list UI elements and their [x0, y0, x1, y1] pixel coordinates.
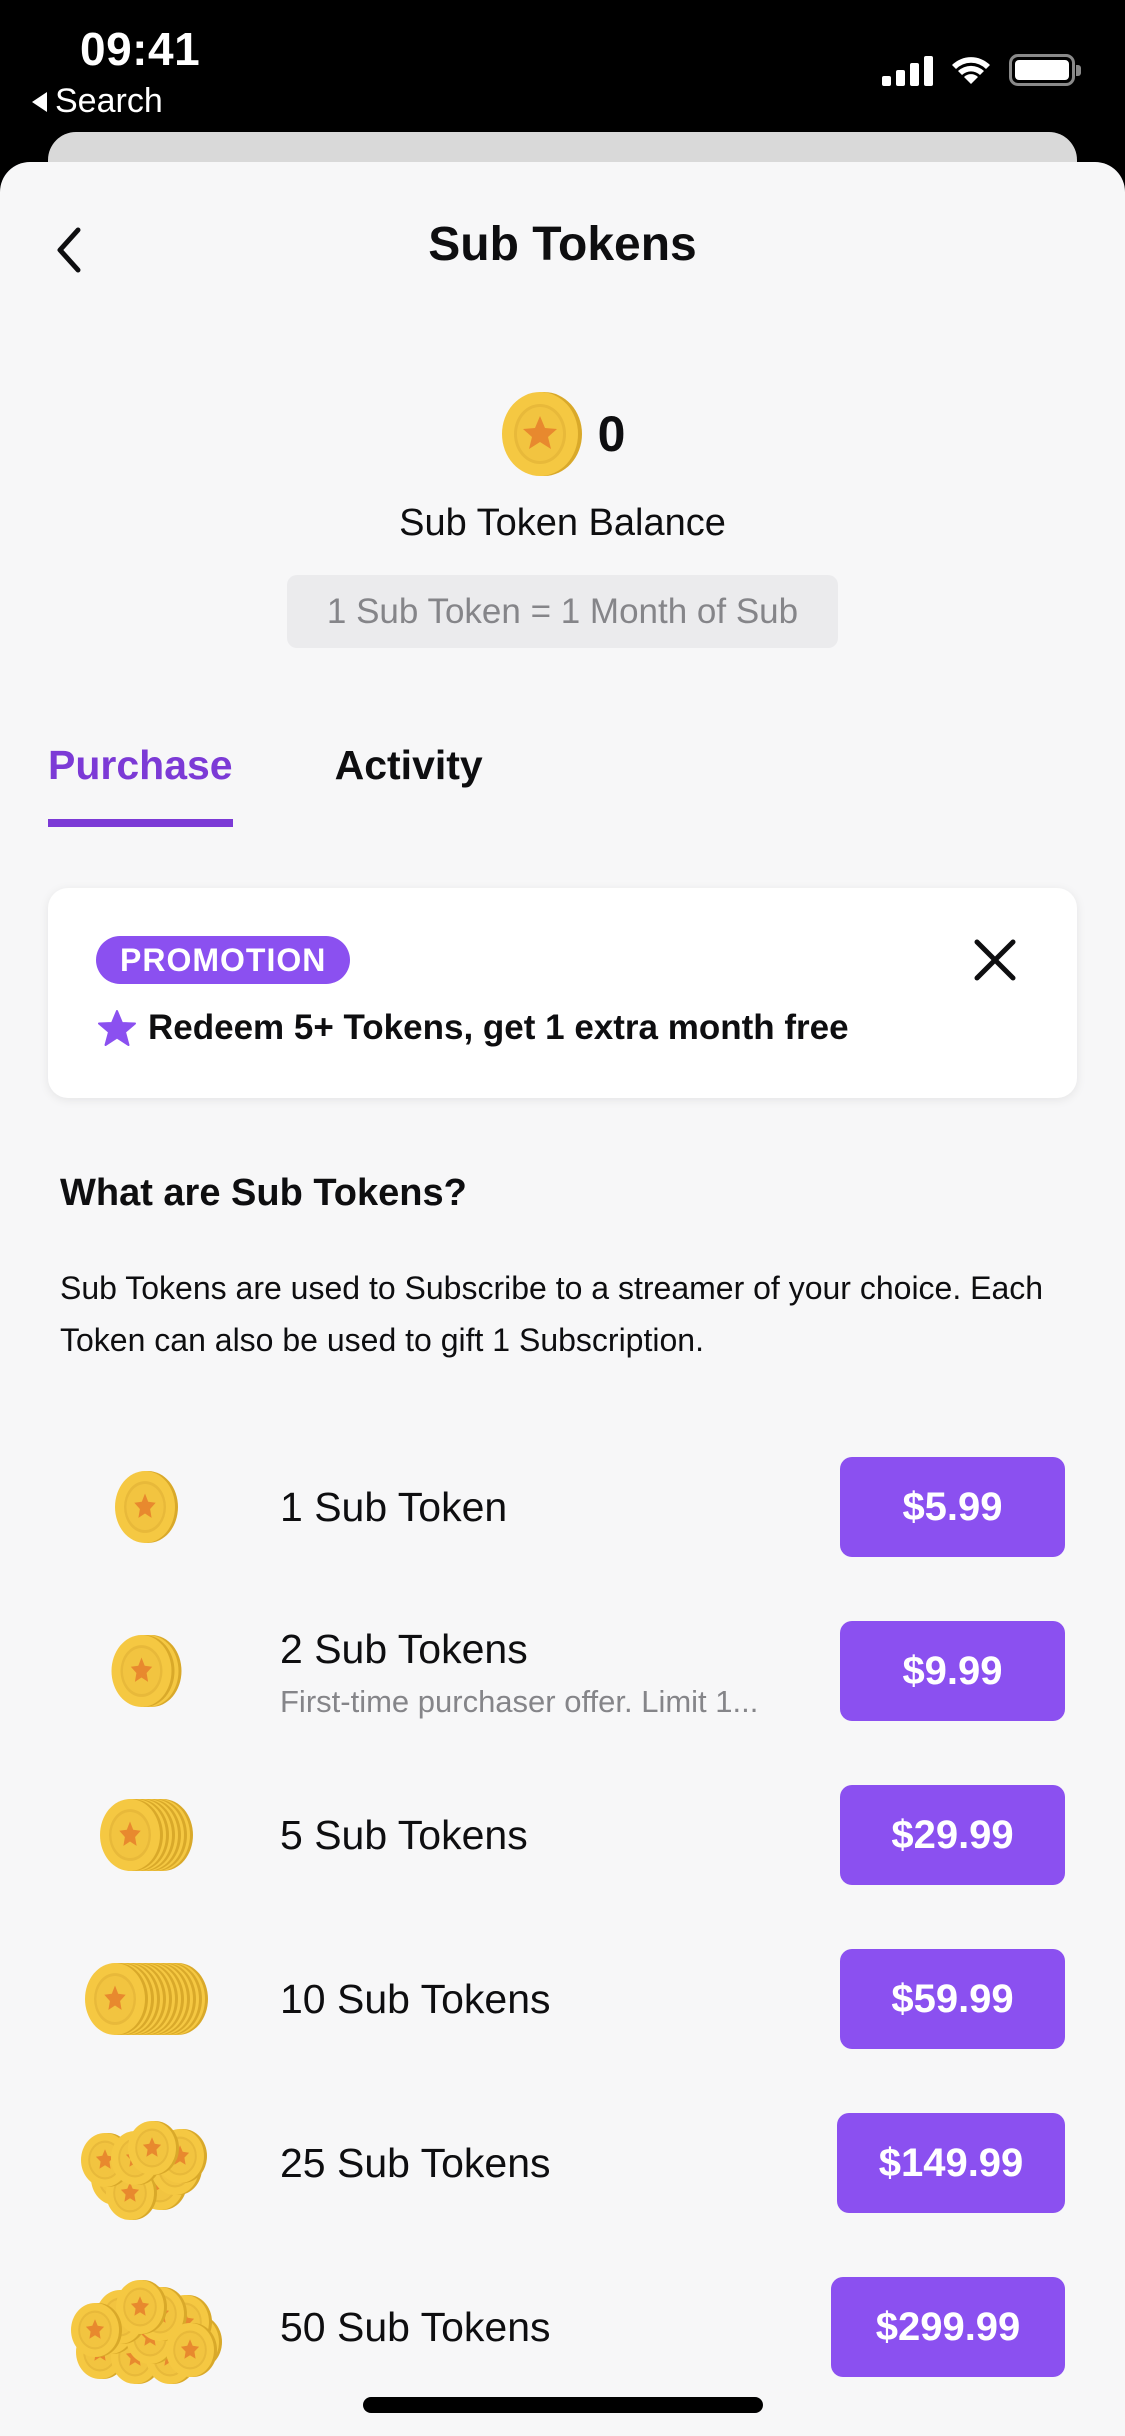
buy-button[interactable]: $149.99 [837, 2113, 1065, 2213]
close-promo-button[interactable] [971, 936, 1019, 984]
nav-bar: Sub Tokens [0, 162, 1125, 332]
coin-stack-graphic [81, 2121, 207, 2220]
buy-button[interactable]: $5.99 [840, 1457, 1065, 1557]
product-row: 1 Sub Token $5.99 [0, 1442, 1125, 1572]
promotion-card: PROMOTION Redeem 5+ Tokens, get 1 extra … [48, 888, 1077, 1098]
wifi-icon [952, 57, 990, 84]
promotion-text: Redeem 5+ Tokens, get 1 extra month free [148, 1008, 849, 1047]
status-icons [882, 54, 1081, 86]
info-body: Sub Tokens are used to Subscribe to a st… [60, 1270, 1044, 1358]
balance-label: Sub Token Balance [399, 502, 726, 544]
balance-row: 0 [0, 390, 1125, 478]
info-heading: What are Sub Tokens? [60, 1172, 467, 1214]
home-indicator [363, 2397, 763, 2413]
tab-purchase[interactable]: Purchase [48, 742, 233, 827]
tab-activity[interactable]: Activity [335, 742, 483, 827]
status-time: 09:41 [80, 23, 201, 75]
product-row: 25 Sub Tokens $149.99 [0, 2098, 1125, 2228]
coin-stack-graphic [100, 1799, 193, 1871]
buy-button[interactable]: $299.99 [831, 2277, 1065, 2377]
coin-stack-graphic [111, 1635, 182, 1707]
buy-button[interactable]: $9.99 [840, 1621, 1065, 1721]
close-icon [974, 939, 1016, 981]
product-row: 10 Sub Tokens $59.99 [0, 1934, 1125, 2064]
star-icon [98, 1010, 136, 1046]
promotion-badge: PROMOTION [96, 936, 351, 984]
product-row: 2 Sub Tokens First-time purchaser offer.… [0, 1606, 1125, 1736]
coin-stack-icon [60, 2098, 230, 2228]
balance-value: 0 [597, 406, 626, 462]
product-subtitle: First-time purchaser offer. Limit 1... [280, 1684, 759, 1719]
buy-button[interactable]: $29.99 [840, 1785, 1065, 1885]
coin-stack-icon [60, 1442, 230, 1572]
cellular-signal-icon [882, 54, 933, 86]
product-name: 1 Sub Token [280, 1484, 508, 1530]
coin-stack-icon [60, 1770, 230, 1900]
buy-button[interactable]: $59.99 [840, 1949, 1065, 2049]
page-title: Sub Tokens [428, 218, 697, 271]
rate-info-pill: 1 Sub Token = 1 Month of Sub [287, 575, 838, 648]
back-to-app-link[interactable]: Search [32, 82, 163, 121]
status-bar: 09:41 Search [0, 0, 1125, 140]
product-name: 2 Sub Tokens [280, 1626, 528, 1672]
tab-bar: Purchase Activity [48, 742, 483, 827]
product-name: 5 Sub Tokens [280, 1812, 528, 1858]
coin-stack-graphic [71, 2280, 222, 2384]
coin-stack-graphic [85, 1963, 208, 2035]
coin-stack-graphic [115, 1471, 178, 1543]
coin-stack-icon [60, 1606, 230, 1736]
promotion-message: Redeem 5+ Tokens, get 1 extra month free [98, 1008, 849, 1048]
coin-stack-icon [60, 1934, 230, 2064]
product-name: 10 Sub Tokens [280, 1976, 551, 2022]
back-app-label: Search [55, 82, 163, 120]
coin-stack-icon [60, 2262, 230, 2392]
product-row: 5 Sub Tokens $29.99 [0, 1770, 1125, 1900]
back-triangle-icon [32, 91, 47, 112]
sub-tokens-sheet: Sub Tokens 0 Sub Token Balance 1 Sub Tok… [0, 162, 1125, 2436]
coin-icon [501, 392, 582, 476]
product-name: 50 Sub Tokens [280, 2304, 551, 2350]
product-row: 50 Sub Tokens $299.99 [0, 2262, 1125, 2392]
product-name: 25 Sub Tokens [280, 2140, 551, 2186]
battery-icon [1009, 54, 1081, 86]
